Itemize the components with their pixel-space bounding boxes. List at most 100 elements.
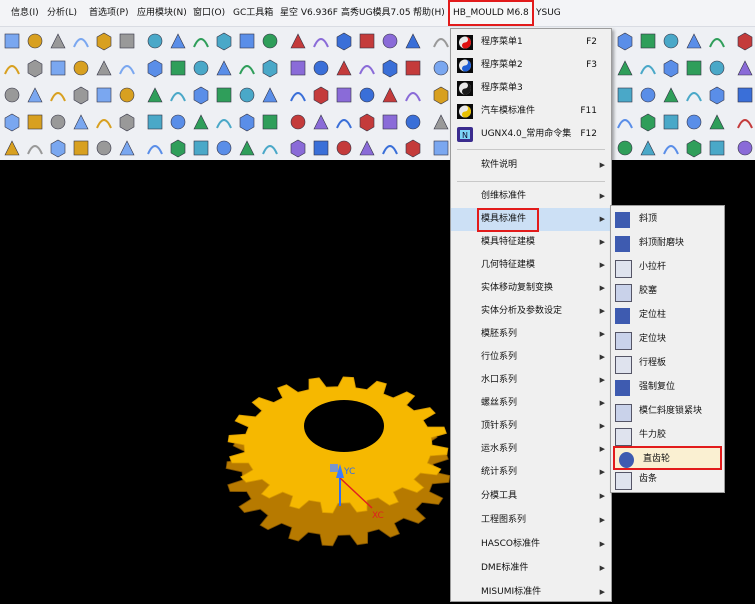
toolbar-tool-icon[interactable] (170, 60, 186, 76)
toolbar-tool-icon[interactable] (640, 65, 656, 75)
toolbar-tool-icon[interactable] (290, 92, 306, 102)
toolbar-tool-icon[interactable] (617, 140, 633, 156)
toolbar-tool-icon[interactable] (663, 87, 679, 103)
toolbar-tool-icon[interactable] (50, 139, 66, 158)
toolbar-tool-icon[interactable] (170, 33, 186, 49)
menu-item-chuangwei[interactable]: 创维标准件 ▶ (451, 185, 611, 208)
toolbar-tool-icon[interactable] (359, 65, 375, 75)
toolbar-tool-icon[interactable] (686, 92, 702, 102)
toolbar-tool-icon[interactable] (27, 114, 43, 130)
toolbar-tool-icon[interactable] (709, 60, 725, 76)
submenu-item-stroke-plate[interactable]: 行程板 (611, 352, 724, 376)
toolbar-tool-icon[interactable] (686, 114, 702, 130)
toolbar-tool-icon[interactable] (96, 32, 112, 51)
toolbar-tool-icon[interactable] (147, 33, 163, 49)
submenu-item-rubber-plug[interactable]: 胶塞 (611, 280, 724, 304)
menu-info[interactable]: 信息(I) (8, 0, 42, 26)
toolbar-tool-icon[interactable] (239, 140, 255, 156)
toolbar-tool-icon[interactable] (193, 60, 209, 76)
menu-item-screw[interactable]: 螺丝系列 ▶ (451, 392, 611, 415)
menu-item-misumi[interactable]: MISUMI标准件 ▶ (451, 581, 611, 604)
menu-analysis[interactable]: 分析(L) (44, 0, 80, 26)
toolbar-tool-icon[interactable] (50, 60, 66, 76)
menu-item-statistics[interactable]: 统计系列 ▶ (451, 461, 611, 484)
submenu-item-rack[interactable]: 齿条 (611, 468, 724, 492)
toolbar-tool-icon[interactable] (382, 145, 398, 155)
menu-gc-toolbox[interactable]: GC工具箱 (230, 0, 276, 26)
toolbar-tool-icon[interactable] (147, 59, 163, 78)
toolbar-tool-icon[interactable] (737, 32, 753, 51)
menu-item-slider[interactable]: 行位系列 ▶ (451, 346, 611, 369)
toolbar-tool-icon[interactable] (119, 87, 135, 103)
toolbar-tool-icon[interactable] (4, 87, 20, 103)
toolbar-tool-icon[interactable] (640, 87, 656, 103)
toolbar-tool-icon[interactable] (119, 113, 135, 132)
menu-ysug[interactable]: YSUG (533, 0, 564, 26)
toolbar-tool-icon[interactable] (170, 139, 186, 158)
submenu-item-spur-gear[interactable]: 直齿轮 (613, 446, 722, 470)
toolbar-tool-icon[interactable] (663, 145, 679, 155)
toolbar-tool-icon[interactable] (640, 113, 656, 132)
toolbar-tool-icon[interactable] (709, 140, 725, 156)
menu-item-program-3[interactable]: 程序菜单3 (451, 77, 611, 100)
submenu-item-locating-pin[interactable]: 定位柱 (611, 304, 724, 328)
toolbar-tool-icon[interactable] (4, 65, 20, 75)
menu-xingkong[interactable]: 星空 V6.936F (277, 0, 341, 26)
toolbar-tool-icon[interactable] (119, 140, 135, 156)
toolbar-tool-icon[interactable] (405, 92, 421, 102)
toolbar-tool-icon[interactable] (216, 119, 232, 129)
toolbar-tool-icon[interactable] (262, 145, 278, 155)
toolbar-tool-icon[interactable] (96, 87, 112, 103)
toolbar-tool-icon[interactable] (382, 33, 398, 49)
toolbar-tool-icon[interactable] (737, 140, 753, 156)
toolbar-tool-icon[interactable] (4, 33, 20, 49)
menu-item-mold-base[interactable]: 模胚系列 ▶ (451, 323, 611, 346)
toolbar-tool-icon[interactable] (405, 139, 421, 158)
toolbar-tool-icon[interactable] (382, 114, 398, 130)
menu-window[interactable]: 窗口(O) (190, 0, 228, 26)
toolbar-tool-icon[interactable] (617, 87, 633, 103)
menu-item-program-2[interactable]: 程序菜单2 F3 (451, 54, 611, 77)
toolbar-tool-icon[interactable] (336, 32, 352, 51)
toolbar-tool-icon[interactable] (433, 60, 449, 76)
toolbar-tool-icon[interactable] (663, 33, 679, 49)
toolbar-tool-icon[interactable] (262, 114, 278, 130)
toolbar-tool-icon[interactable] (50, 114, 66, 130)
toolbar-tool-icon[interactable] (405, 60, 421, 76)
menu-item-gate[interactable]: 水口系列 ▶ (451, 369, 611, 392)
toolbar-tool-icon[interactable] (433, 38, 449, 48)
toolbar-tool-icon[interactable] (96, 119, 112, 129)
toolbar-tool-icon[interactable] (313, 140, 329, 156)
toolbar-tool-icon[interactable] (216, 87, 232, 103)
toolbar-tool-icon[interactable] (617, 119, 633, 129)
toolbar-tool-icon[interactable] (170, 114, 186, 130)
menu-item-software-info[interactable]: 软件说明 ▶ (451, 154, 611, 177)
toolbar-tool-icon[interactable] (27, 59, 43, 78)
toolbar-tool-icon[interactable] (686, 33, 702, 49)
menu-item-mold-feature[interactable]: 模具特征建模 ▶ (451, 231, 611, 254)
menu-item-parting-tools[interactable]: 分模工具 ▶ (451, 485, 611, 508)
toolbar-tool-icon[interactable] (216, 140, 232, 156)
toolbar-tool-icon[interactable] (737, 119, 753, 129)
toolbar-tool-icon[interactable] (216, 32, 232, 51)
menu-item-solid-transform[interactable]: 实体移动复制变换 ▶ (451, 277, 611, 300)
toolbar-tool-icon[interactable] (239, 87, 255, 103)
toolbar-tool-icon[interactable] (405, 33, 421, 49)
submenu-item-puller[interactable]: 小拉杆 (611, 256, 724, 280)
toolbar-tool-icon[interactable] (663, 59, 679, 78)
toolbar-tool-icon[interactable] (313, 60, 329, 76)
toolbar-tool-icon[interactable] (73, 114, 89, 130)
menu-application[interactable]: 应用模块(N) (134, 0, 190, 26)
submenu-item-forced-reset[interactable]: 强制复位 (611, 376, 724, 400)
menu-item-hasco[interactable]: HASCO标准件 ▶ (451, 533, 611, 556)
toolbar-tool-icon[interactable] (119, 65, 135, 75)
toolbar-tool-icon[interactable] (96, 60, 112, 76)
menu-item-solid-analysis[interactable]: 实体分析及参数设定 ▶ (451, 300, 611, 323)
toolbar-tool-icon[interactable] (737, 60, 753, 76)
submenu-item-core-lock-block[interactable]: 模仁斜度锁紧块 (611, 400, 724, 424)
toolbar-tool-icon[interactable] (359, 33, 375, 49)
toolbar-tool-icon[interactable] (193, 38, 209, 48)
toolbar-tool-icon[interactable] (433, 114, 449, 130)
toolbar-tool-icon[interactable] (433, 140, 449, 156)
toolbar-tool-icon[interactable] (73, 38, 89, 48)
